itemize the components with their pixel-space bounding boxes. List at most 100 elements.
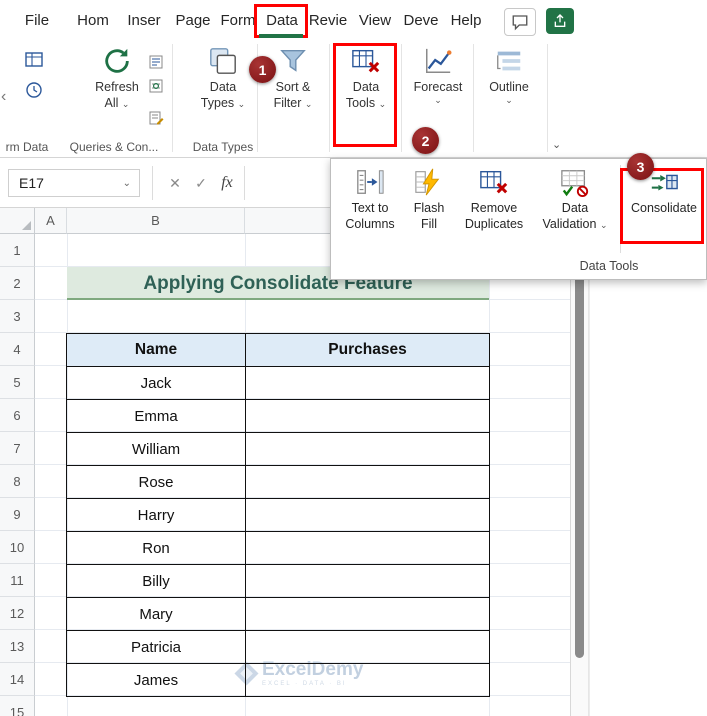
- row-header-10[interactable]: 10: [0, 531, 35, 564]
- name-box[interactable]: E17 ⌄: [8, 169, 140, 197]
- chevron-down-icon: ⌄: [121, 99, 130, 109]
- recent-sources-button[interactable]: [24, 80, 44, 105]
- sort-filter-label-line2: Filter ⌄: [273, 96, 313, 110]
- flash-fill-label-line1: Flash: [413, 201, 445, 215]
- ribbon-group-separator: [473, 44, 474, 152]
- row-header-8[interactable]: 8: [0, 465, 35, 498]
- cell-name[interactable]: Mary: [67, 598, 246, 631]
- table-header-row: Name Purchases: [67, 334, 489, 367]
- data-validation-label-line1: Data: [561, 201, 589, 215]
- cell-purchases[interactable]: [246, 499, 489, 532]
- cell-purchases[interactable]: [246, 598, 489, 631]
- cell-name[interactable]: Harry: [67, 499, 246, 532]
- cell-name[interactable]: Patricia: [67, 631, 246, 664]
- row-header-2[interactable]: 2: [0, 267, 35, 300]
- column-header-b[interactable]: B: [67, 208, 245, 234]
- header-cell-name[interactable]: Name: [67, 334, 246, 367]
- vertical-scrollbar-thumb[interactable]: [575, 228, 584, 658]
- remove-duplicates-label-line2: Duplicates: [464, 217, 524, 231]
- outline-button[interactable]: Outline ⌄: [480, 46, 538, 105]
- formula-bar-splitter[interactable]: [152, 166, 153, 200]
- row-header-7[interactable]: 7: [0, 432, 35, 465]
- select-all-corner[interactable]: [0, 208, 35, 234]
- row-header-12[interactable]: 12: [0, 597, 35, 630]
- flash-fill-label-line2: Fill: [421, 217, 437, 231]
- cell-purchases[interactable]: [246, 631, 489, 664]
- ribbon-scroll-left-icon[interactable]: ‹: [1, 88, 6, 106]
- row-header-6[interactable]: 6: [0, 399, 35, 432]
- excel-window: File Hom Inser Page Form Data Revie View…: [0, 0, 707, 716]
- from-table-button[interactable]: [24, 50, 44, 75]
- header-cell-purchases[interactable]: Purchases: [246, 334, 489, 367]
- data-types-button[interactable]: Data Types ⌄: [194, 46, 252, 111]
- column-header-a[interactable]: A: [35, 208, 67, 234]
- share-icon: [554, 14, 566, 27]
- row-header-1[interactable]: 1: [0, 234, 35, 267]
- refresh-all-label-line2: All ⌄: [104, 96, 130, 110]
- chevron-down-icon: ⌄: [599, 220, 608, 230]
- cell-name[interactable]: Billy: [67, 565, 246, 598]
- data-tab-active-underline: [259, 34, 303, 38]
- name-box-value: E17: [19, 175, 44, 191]
- tab-developer[interactable]: Deve: [398, 0, 444, 40]
- fx-label: fx: [221, 174, 233, 191]
- workbook-connections-button[interactable]: [148, 78, 164, 99]
- row-header-9[interactable]: 9: [0, 498, 35, 531]
- flash-fill-button[interactable]: Flash Fill: [405, 167, 453, 232]
- text-to-columns-button[interactable]: Text to Columns: [339, 167, 401, 232]
- row-header-11[interactable]: 11: [0, 564, 35, 597]
- row-header-15[interactable]: 15: [0, 696, 35, 716]
- step-badge-3: 3: [627, 153, 654, 180]
- ribbon-collapse-icon[interactable]: ⌄: [552, 138, 561, 151]
- tab-help[interactable]: Help: [446, 0, 486, 40]
- vertical-scrollbar[interactable]: [570, 208, 589, 716]
- ribbon-tab-bar: File Hom Inser Page Form Data Revie View…: [0, 0, 707, 40]
- row-header-13[interactable]: 13: [0, 630, 35, 663]
- cell-name[interactable]: James: [67, 664, 246, 697]
- cell-name[interactable]: Ron: [67, 532, 246, 565]
- row-header-4[interactable]: 4: [0, 333, 35, 366]
- row-header-14[interactable]: 14: [0, 663, 35, 696]
- forecast-button[interactable]: Forecast ⌄: [408, 46, 468, 105]
- cell-purchases[interactable]: [246, 367, 489, 400]
- cell-name[interactable]: Rose: [67, 466, 246, 499]
- tab-insert[interactable]: Inser: [120, 0, 168, 40]
- cell-purchases[interactable]: [246, 466, 489, 499]
- query-properties-icon: [149, 55, 163, 69]
- remove-duplicates-button[interactable]: Remove Duplicates: [457, 167, 531, 232]
- cell-name[interactable]: William: [67, 433, 246, 466]
- tab-file[interactable]: File: [14, 0, 60, 40]
- cancel-button[interactable]: ✕: [164, 172, 186, 194]
- row-header-3[interactable]: 3: [0, 300, 35, 333]
- cell-name[interactable]: Emma: [67, 400, 246, 433]
- tab-page-layout[interactable]: Page: [172, 0, 214, 40]
- ribbon-group-separator: [401, 44, 402, 152]
- forecast-label: Forecast: [413, 80, 463, 94]
- group-label-data-types: Data Types: [192, 140, 254, 154]
- cell-purchases[interactable]: [246, 532, 489, 565]
- text-to-columns-icon: [357, 170, 384, 194]
- tab-view[interactable]: View: [354, 0, 396, 40]
- sort-filter-button[interactable]: Sort & Filter ⌄: [264, 46, 322, 111]
- refresh-all-button[interactable]: Refresh All ⌄: [88, 46, 146, 111]
- cell-purchases[interactable]: [246, 565, 489, 598]
- cell-purchases[interactable]: [246, 400, 489, 433]
- table-row: Rose: [67, 466, 489, 499]
- tab-home[interactable]: Hom: [70, 0, 116, 40]
- edit-links-button[interactable]: [148, 110, 164, 131]
- data-validation-icon: [561, 170, 589, 197]
- row-header-5[interactable]: 5: [0, 366, 35, 399]
- pane-divider: [589, 208, 590, 716]
- cell-purchases[interactable]: [246, 433, 489, 466]
- tab-review[interactable]: Revie: [304, 0, 352, 40]
- query-properties-button[interactable]: [148, 54, 164, 75]
- remove-duplicates-icon: [480, 170, 508, 194]
- share-button[interactable]: [546, 8, 574, 34]
- cell-name[interactable]: Jack: [67, 367, 246, 400]
- enter-button[interactable]: ✓: [190, 172, 212, 194]
- data-validation-button[interactable]: Data Validation ⌄: [535, 167, 615, 232]
- comments-button[interactable]: [504, 8, 536, 36]
- cell-purchases[interactable]: [246, 664, 489, 697]
- annotation-box-data-tools: [333, 43, 397, 147]
- insert-function-button[interactable]: fx: [216, 172, 238, 194]
